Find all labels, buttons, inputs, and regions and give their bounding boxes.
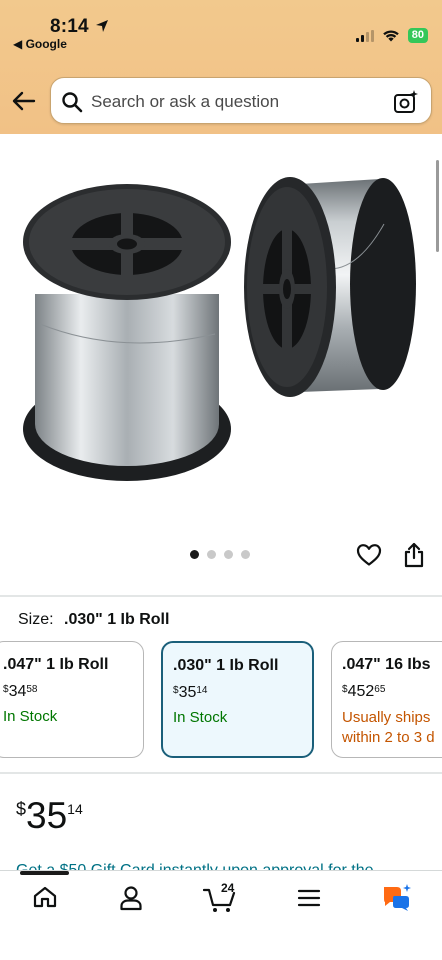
size-option-stock: In Stock (173, 709, 228, 726)
section-divider (0, 595, 442, 597)
search-icon (62, 92, 83, 113)
product-price: $3514 (16, 795, 83, 837)
image-carousel-dots[interactable] (190, 550, 250, 559)
product-image[interactable] (0, 134, 442, 534)
size-label: Size: (18, 611, 54, 628)
size-option-price: $3514 (173, 684, 208, 701)
search-placeholder: Search or ask a question (91, 92, 280, 111)
rufus-assistant-icon[interactable] (380, 883, 412, 913)
size-option-stock: Usually ships within 2 to 3 d (342, 709, 435, 746)
back-to-app-link[interactable]: ◀ Google (13, 37, 67, 51)
bottom-navigation: 24 (0, 870, 442, 960)
location-arrow-icon (96, 20, 108, 32)
account-icon[interactable] (119, 885, 143, 911)
size-option-title: .030" 1 Ib Roll (173, 657, 279, 674)
size-option-title: .047" 1 Ib Roll (3, 656, 109, 673)
left-spool-graphic (23, 184, 231, 481)
camera-sparkle-icon[interactable] (393, 89, 419, 115)
back-arrow-icon[interactable] (12, 90, 36, 112)
menu-icon[interactable] (297, 888, 321, 908)
battery-indicator: 80 (407, 28, 428, 43)
size-option-card-selected[interactable]: .030" 1 Ib Roll $3514 In Stock (161, 641, 314, 758)
cellular-signal-icon (355, 29, 374, 42)
section-divider (0, 772, 442, 774)
search-input[interactable]: Search or ask a question (50, 77, 432, 124)
share-icon[interactable] (403, 542, 425, 568)
carousel-dot-3[interactable] (224, 550, 233, 559)
price-currency: $ (16, 799, 27, 819)
price-cents: 14 (67, 801, 83, 817)
size-option-price: $3458 (3, 683, 38, 700)
size-option-card[interactable]: .047" 16 Ibs $45265 Usually ships within… (331, 641, 442, 758)
size-option-price: $45265 (342, 683, 386, 700)
size-option-card[interactable]: .047" 1 Ib Roll $3458 In Stock (0, 641, 144, 758)
home-icon[interactable] (32, 885, 58, 909)
right-spool-graphic (244, 177, 416, 397)
wifi-icon (382, 30, 399, 42)
heart-icon[interactable] (356, 543, 382, 567)
selected-size-value: .030" 1 Ib Roll (64, 611, 170, 628)
size-option-title: .047" 16 Ibs (342, 656, 431, 673)
carousel-dot-1[interactable] (190, 550, 199, 559)
status-icons: 80 (355, 28, 428, 43)
cart-button[interactable]: 24 (203, 881, 237, 913)
app-header: 8:14 ◀ Google 80 Search or ask a questio… (0, 0, 442, 134)
size-selection-label: Size: .030" 1 Ib Roll (18, 611, 169, 629)
size-option-stock: In Stock (3, 708, 58, 725)
image-scrollbar[interactable] (436, 160, 439, 252)
carousel-dot-4[interactable] (241, 550, 250, 559)
price-whole: 35 (26, 795, 68, 836)
carousel-dot-2[interactable] (207, 550, 216, 559)
status-time: 8:14 (50, 16, 89, 37)
cart-icon (203, 888, 236, 912)
active-tab-indicator (20, 871, 69, 875)
